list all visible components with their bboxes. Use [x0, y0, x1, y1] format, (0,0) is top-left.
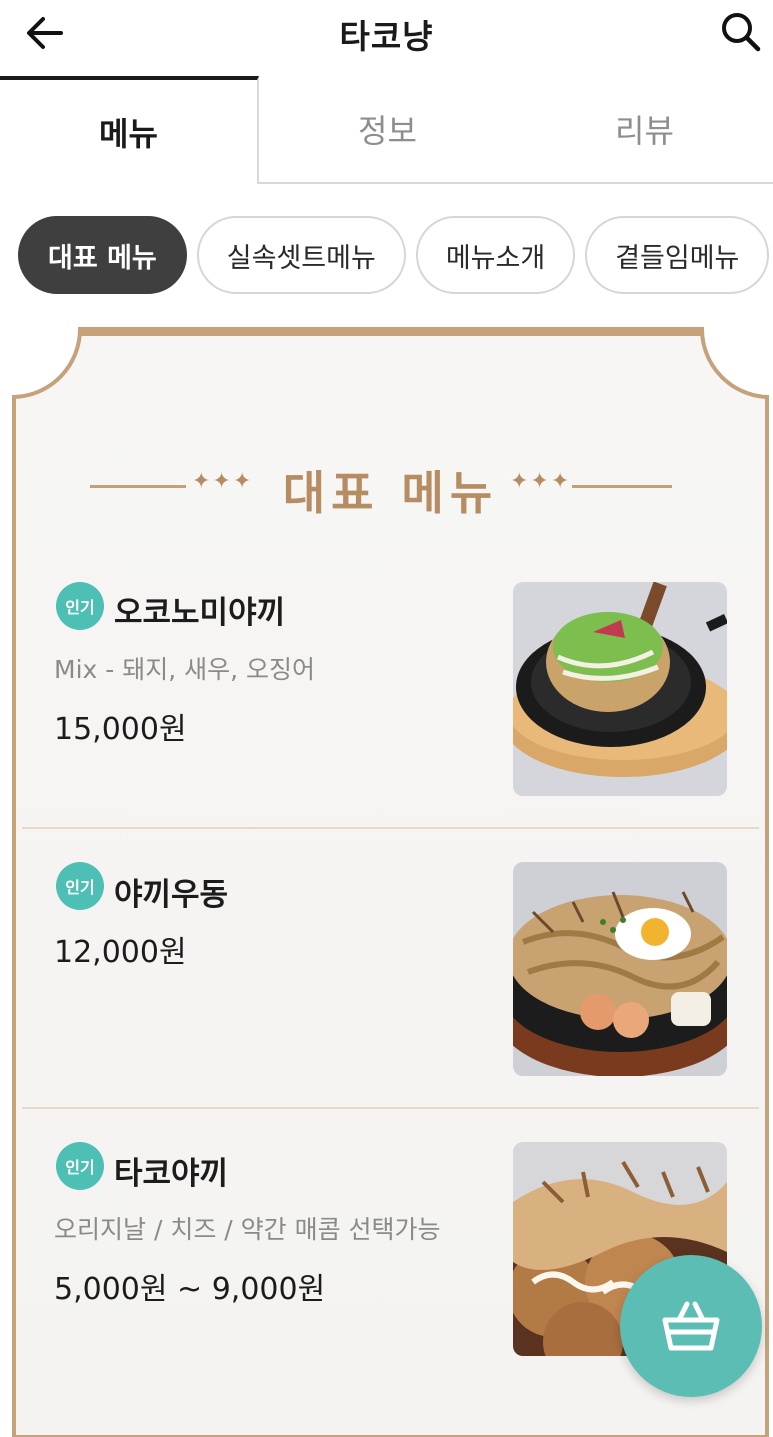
menu-item-description: 오리지날 / 치즈 / 약간 매콤 선택가능	[54, 1215, 441, 1244]
menu-item-price: 15,000원	[54, 712, 187, 747]
chip-signature-menu[interactable]: 대표 메뉴	[18, 216, 187, 294]
okonomiyaki-photo	[513, 582, 727, 796]
popular-badge: 인기	[56, 582, 104, 630]
tab-review[interactable]: 리뷰	[516, 76, 773, 184]
tab-bar: 메뉴 정보 리뷰	[0, 76, 773, 184]
chip-side-menu[interactable]: 곁들임메뉴	[585, 216, 770, 294]
tab-info[interactable]: 정보	[259, 76, 516, 184]
diamond-ornament-right: ✦✦✦	[510, 469, 572, 494]
search-button[interactable]	[717, 8, 763, 54]
menu-item-price: 12,000원	[54, 935, 187, 970]
menu-item-name: 오코노미야끼	[114, 595, 286, 631]
item-divider	[22, 1107, 759, 1109]
menu-item-price: 5,000원 ~ 9,000원	[54, 1272, 326, 1307]
section-heading: ✦✦✦ 대표 메뉴 ✦✦✦	[12, 457, 769, 520]
cart-button[interactable]	[620, 1255, 762, 1397]
category-chips: 대표 메뉴 실속셋트메뉴 메뉴소개 곁들임메뉴	[18, 216, 770, 294]
shopping-basket-icon	[662, 1301, 720, 1351]
section-title: 대표 메뉴	[282, 466, 499, 520]
menu-item[interactable]: 인기 야끼우동 12,000원	[22, 832, 759, 1112]
tab-menu[interactable]: 메뉴	[0, 76, 259, 184]
menu-item-name: 타코야끼	[114, 1156, 229, 1192]
menu-item-photo[interactable]	[513, 582, 727, 796]
heading-line-right	[572, 485, 672, 488]
top-bar: 타코냥	[0, 0, 773, 76]
menu-item-photo[interactable]	[513, 862, 727, 1076]
menu-item[interactable]: 인기 오코노미야끼 Mix - 돼지, 새우, 오징어 15,000원	[22, 552, 759, 832]
menu-item-description: Mix - 돼지, 새우, 오징어	[54, 655, 316, 684]
item-divider	[22, 827, 759, 829]
page-title: 타코냥	[339, 17, 434, 56]
popular-badge: 인기	[56, 1142, 104, 1190]
search-icon	[722, 13, 761, 52]
yaki-udon-photo	[513, 862, 727, 1076]
chip-menu-intro[interactable]: 메뉴소개	[415, 216, 576, 294]
popular-badge: 인기	[56, 862, 104, 910]
menu-item-name: 야끼우동	[114, 877, 229, 913]
chip-value-set-menu[interactable]: 실속셋트메뉴	[196, 216, 406, 294]
